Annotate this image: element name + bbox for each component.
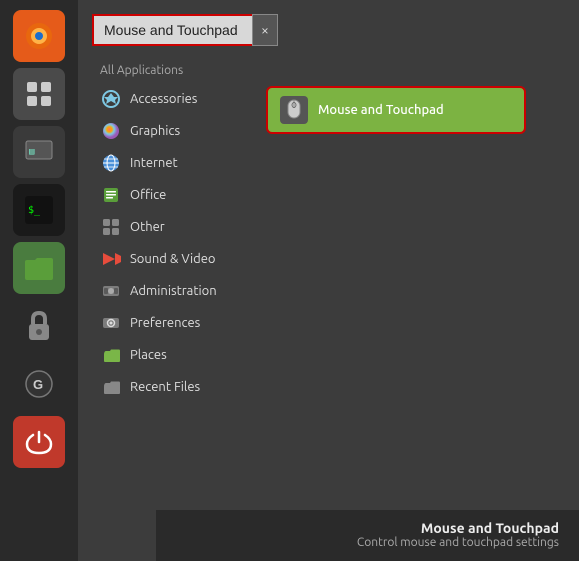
category-item-internet[interactable]: Internet (92, 147, 262, 179)
category-item-accessories[interactable]: Accessories (92, 83, 262, 115)
other-icon (100, 216, 122, 238)
category-item-preferences[interactable]: Preferences (92, 307, 262, 339)
search-bar: Mouse and Touchpad × (92, 14, 565, 46)
category-item-administration[interactable]: Administration (92, 275, 262, 307)
firefox-icon (23, 20, 55, 52)
administration-icon (100, 280, 122, 302)
sidebar-icon-grub[interactable]: G (13, 358, 65, 410)
grid-icon (25, 80, 53, 108)
sound-video-icon (100, 248, 122, 270)
guake-icon: ▤ (24, 137, 54, 167)
places-icon (100, 344, 122, 366)
lock-icon (26, 311, 52, 341)
bottom-description: Control mouse and touchpad settings (176, 536, 559, 549)
result-item-label: Mouse and Touchpad (318, 103, 444, 117)
sidebar-icon-lock[interactable] (13, 300, 65, 352)
sidebar-icon-firefox[interactable] (13, 10, 65, 62)
svg-text:$_: $_ (28, 205, 41, 216)
power-icon (24, 427, 54, 457)
category-header: All Applications (92, 60, 262, 83)
results-area: Mouse and Touchpad (262, 56, 565, 561)
result-item-mouse-touchpad[interactable]: Mouse and Touchpad (266, 86, 526, 134)
folder-icon (23, 254, 55, 282)
sidebar-icon-grid[interactable] (13, 68, 65, 120)
sidebar: ▤ $_ G (0, 0, 78, 561)
sidebar-icon-power[interactable] (13, 416, 65, 468)
grub-icon: G (24, 369, 54, 399)
office-icon (100, 184, 122, 206)
category-list: All Applications Accessories (92, 56, 262, 561)
search-clear-button[interactable]: × (252, 14, 278, 46)
search-input[interactable]: Mouse and Touchpad (92, 14, 252, 46)
category-item-graphics[interactable]: Graphics (92, 115, 262, 147)
main-panel: Mouse and Touchpad × All Applications Ac… (78, 0, 579, 561)
svg-text:▤: ▤ (29, 147, 35, 157)
category-item-sound-video[interactable]: Sound & Video (92, 243, 262, 275)
sidebar-icon-guake[interactable]: ▤ (13, 126, 65, 178)
category-item-recent-files[interactable]: Recent Files (92, 371, 262, 403)
category-item-office[interactable]: Office (92, 179, 262, 211)
graphics-icon (100, 120, 122, 142)
mouse-touchpad-icon (280, 96, 308, 124)
sidebar-icon-folder[interactable] (13, 242, 65, 294)
internet-icon (100, 152, 122, 174)
category-item-other[interactable]: Other (92, 211, 262, 243)
sidebar-icon-terminal[interactable]: $_ (13, 184, 65, 236)
terminal-icon: $_ (24, 195, 54, 225)
category-item-places[interactable]: Places (92, 339, 262, 371)
bottom-bar: Mouse and Touchpad Control mouse and tou… (156, 510, 579, 561)
preferences-icon (100, 312, 122, 334)
content-area: All Applications Accessories (92, 56, 565, 561)
bottom-title: Mouse and Touchpad (176, 520, 559, 536)
recent-files-icon (100, 376, 122, 398)
accessories-icon (100, 88, 122, 110)
svg-text:G: G (33, 377, 43, 392)
